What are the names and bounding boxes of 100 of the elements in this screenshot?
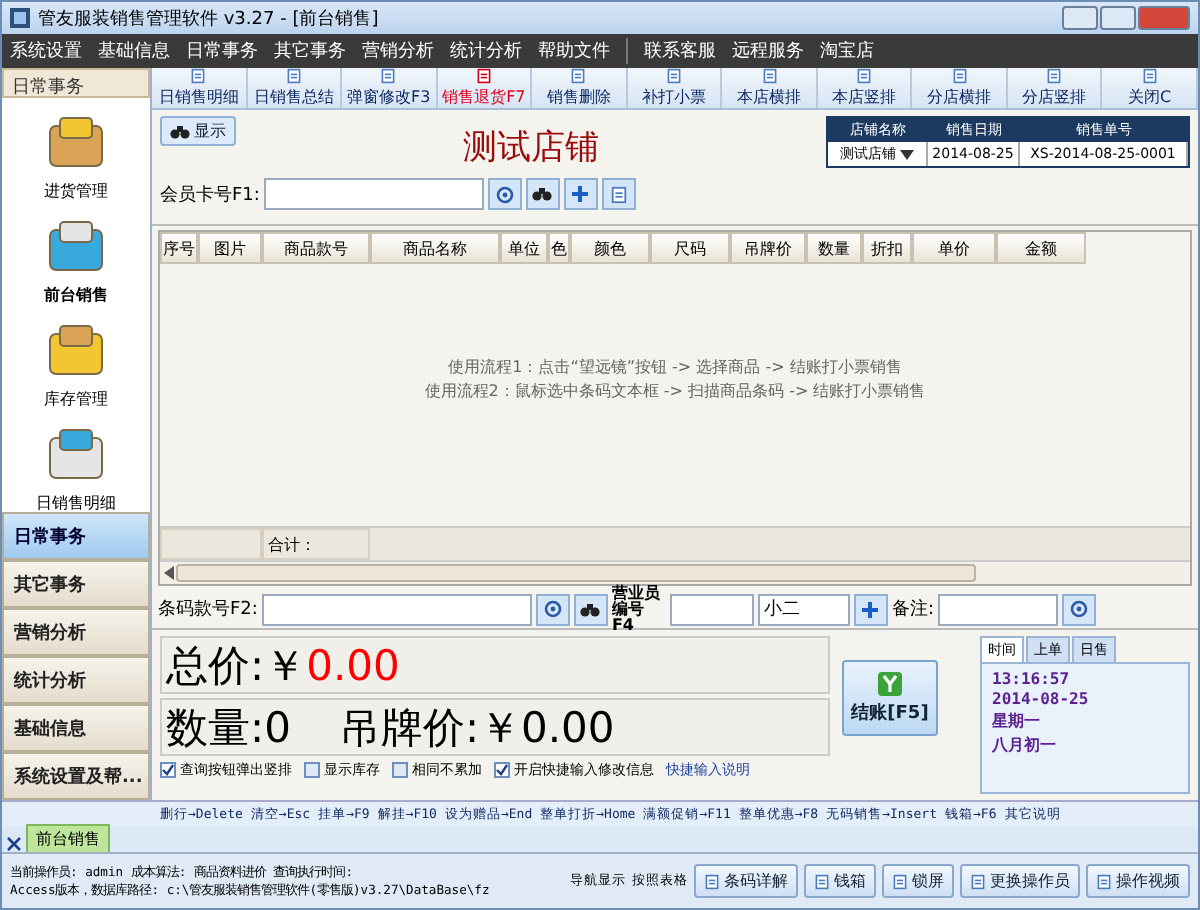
toolbar-button[interactable]: 分店横排 [912, 68, 1008, 108]
sidebar-nav-item[interactable]: 其它事务 [2, 560, 150, 608]
page-icon [1096, 873, 1112, 889]
column-header: 数量 [806, 232, 862, 264]
menu-item[interactable]: 远程服务 [732, 38, 804, 64]
plus-icon [572, 186, 589, 202]
plus-icon [862, 601, 879, 617]
barcode-label: 条码款号F2: [158, 597, 258, 622]
toolbar-button[interactable]: 销售退货F7 [437, 68, 533, 108]
minimize-button[interactable] [1062, 6, 1098, 30]
checkbox[interactable] [160, 762, 176, 778]
page-icon [475, 68, 492, 84]
menu-item[interactable]: 营销分析 [362, 38, 434, 64]
sidebar-header: 日常事务 [2, 68, 150, 98]
note-label: 备注: [891, 597, 934, 622]
search-button[interactable] [573, 593, 608, 625]
status-button[interactable]: 钱箱 [804, 864, 876, 898]
page-icon [704, 873, 720, 889]
barcode-field[interactable] [261, 593, 532, 625]
module-label[interactable]: 前台销售 [44, 284, 108, 306]
menu-item[interactable]: 系统设置 [10, 38, 82, 64]
document-tab[interactable]: 前台销售 [26, 824, 110, 852]
page-icon [970, 873, 986, 889]
page-icon [761, 68, 778, 84]
column-header: 吊牌价 [730, 232, 806, 264]
status-button[interactable]: 更换操作员 [960, 864, 1080, 898]
toolbar-button[interactable]: 销售删除 [532, 68, 628, 108]
module-label[interactable]: 日销售明细 [36, 492, 116, 512]
menu-item[interactable]: 帮助文件 [538, 38, 610, 64]
usage-hint: 使用流程1：点击“望远镜”按钮 -> 选择商品 -> 结账打小票销售 [448, 356, 902, 378]
pointer-button[interactable] [487, 178, 522, 210]
column-header: 单价 [912, 232, 996, 264]
column-header: 图片 [198, 232, 262, 264]
binoculars-icon [170, 123, 190, 139]
page-icon [285, 68, 302, 84]
checkbox[interactable] [392, 762, 408, 778]
checkbox[interactable] [494, 762, 510, 778]
module-label[interactable]: 库存管理 [44, 388, 108, 410]
menu-item[interactable]: 统计分析 [450, 38, 522, 64]
column-header: 金额 [996, 232, 1086, 264]
caret-icon [900, 149, 914, 159]
member-label: 会员卡号F1: [160, 183, 260, 207]
quantity: 数量:0 [166, 701, 291, 755]
close-icon[interactable] [6, 836, 22, 852]
column-header: 商品名称 [370, 232, 500, 264]
check-icon [496, 764, 508, 776]
menu-item[interactable]: 联系客服 [644, 38, 716, 64]
page-icon [1141, 68, 1158, 84]
add-button[interactable] [563, 178, 598, 210]
sidebar-nav-item[interactable]: 系统设置及帮... [2, 752, 150, 800]
page-icon [856, 68, 873, 84]
staff-field[interactable] [669, 593, 754, 625]
column-header: 单位 [500, 232, 548, 264]
staff-select[interactable]: 小二 [757, 593, 850, 625]
status-button[interactable]: 条码详解 [694, 864, 798, 898]
toolbar-button[interactable]: 关闭C [1102, 68, 1199, 108]
clock-line: 星期一 [992, 710, 1042, 732]
menu-item[interactable]: 其它事务 [274, 38, 346, 64]
menu-item[interactable]: 淘宝店 [820, 38, 874, 64]
window-title: 管友服装销售管理软件 v3.27 - [前台销售] [38, 7, 379, 31]
checkbox[interactable] [304, 762, 320, 778]
pointer-button[interactable] [535, 593, 570, 625]
page-icon [892, 873, 908, 889]
menu-item[interactable]: 日常事务 [186, 38, 258, 64]
pointer-button[interactable] [1061, 593, 1096, 625]
member-field[interactable] [263, 178, 484, 210]
toolbar-button[interactable]: 本店横排 [722, 68, 818, 108]
checkout-button[interactable]: 结账[F5] [842, 660, 938, 736]
maximize-button[interactable] [1100, 6, 1136, 30]
sidebar-nav-item[interactable]: 营销分析 [2, 608, 150, 656]
toolbar-button[interactable]: 补打小票 [627, 68, 723, 108]
column-header: 序号 [160, 232, 198, 264]
module-label[interactable]: 进货管理 [44, 180, 108, 202]
sidebar-nav-item[interactable]: 基础信息 [2, 704, 150, 752]
add-button[interactable] [853, 593, 888, 625]
toolbar-button[interactable]: 日销售明细 [152, 68, 248, 108]
clock-line: 13:16:57 [992, 670, 1072, 688]
toolbar-button[interactable]: 日销售总结 [247, 68, 343, 108]
clock-line: 2014-08-25 [992, 690, 1091, 708]
menu-item[interactable]: 基础信息 [98, 38, 170, 64]
show-button[interactable]: 显示 [160, 116, 236, 146]
search-button[interactable] [525, 178, 560, 210]
sidebar-nav-item[interactable]: 统计分析 [2, 656, 150, 704]
page-icon [666, 68, 682, 84]
total-label: 合计： [262, 528, 370, 560]
sidebar-nav-item[interactable]: 日常事务 [2, 512, 150, 560]
toolbar-button[interactable]: 弹窗修改F3 [342, 68, 438, 108]
toolbar-button[interactable]: 分店竖排 [1007, 68, 1103, 108]
app-icon [10, 8, 30, 28]
note-field[interactable] [937, 593, 1058, 625]
column-header: 商品款号 [262, 232, 370, 264]
page-icon [814, 873, 830, 889]
scrollbar-thumb[interactable] [176, 564, 976, 582]
store-title: 测试店铺 [461, 126, 601, 170]
status-button[interactable]: 操作视频 [1086, 864, 1190, 898]
status-button[interactable]: 锁屏 [882, 864, 954, 898]
toolbar-button[interactable]: 本店竖排 [817, 68, 913, 108]
edit-button[interactable] [601, 178, 636, 210]
staff-label: 营业员编号F4 [611, 585, 662, 633]
page-icon [190, 68, 207, 84]
